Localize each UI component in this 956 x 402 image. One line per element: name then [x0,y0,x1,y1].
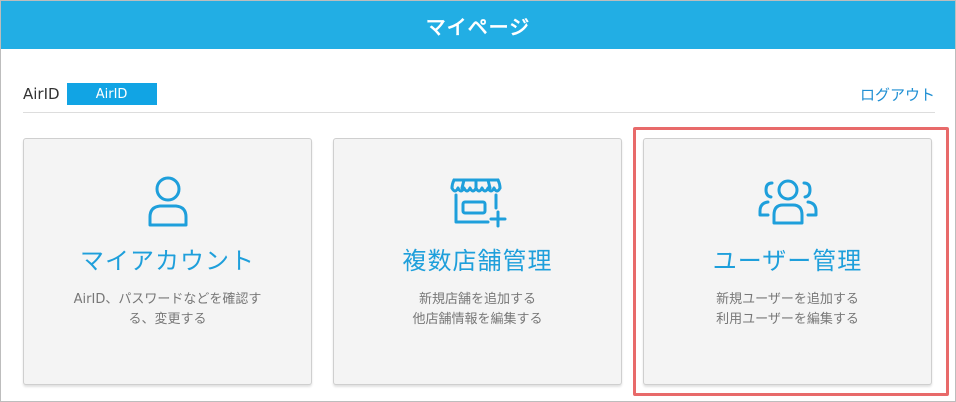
card-description-line: 新規店舗を追加する [418,292,536,307]
multi-store-card[interactable]: 複数店舗管理 新規店舗を追加する 他店舗情報を編集する [333,138,622,385]
card-description-line: る、変更する [128,312,207,327]
page-title: マイページ [425,14,531,39]
shop-add-icon [448,173,508,231]
page-header: マイページ [1,1,955,49]
card-description: 新規店舗を追加する 他店舗情報を編集する [364,290,591,330]
card-description: 新規ユーザーを追加する 利用ユーザーを編集する [674,290,901,330]
card-title: マイアカウント [80,247,255,275]
card-description: AirID、パスワードなどを確認す る、変更する [54,290,281,330]
card-description-line: 新規ユーザーを追加する [716,292,859,307]
card-description-line: 利用ユーザーを編集する [716,312,859,327]
mypage-window: マイページ AirID AirID ログアウト マイアカウント AirID、パス… [0,0,956,402]
card-description-line: AirID、パスワードなどを確認す [73,292,262,307]
airid-label: AirID [23,85,60,103]
account-row: AirID AirID ログアウト [23,81,935,107]
person-icon [138,173,198,231]
users-group-icon [758,173,818,231]
card-title: 複数店舗管理 [402,247,553,275]
airid-value-badge: AirID [66,83,157,105]
my-account-card[interactable]: マイアカウント AirID、パスワードなどを確認す る、変更する [23,138,312,385]
card-description-line: 他店舗情報を編集する [412,312,543,327]
divider [23,112,935,113]
logout-link[interactable]: ログアウト [860,84,935,105]
card-title: ユーザー管理 [712,247,863,275]
user-management-card[interactable]: ユーザー管理 新規ユーザーを追加する 利用ユーザーを編集する [643,138,932,385]
